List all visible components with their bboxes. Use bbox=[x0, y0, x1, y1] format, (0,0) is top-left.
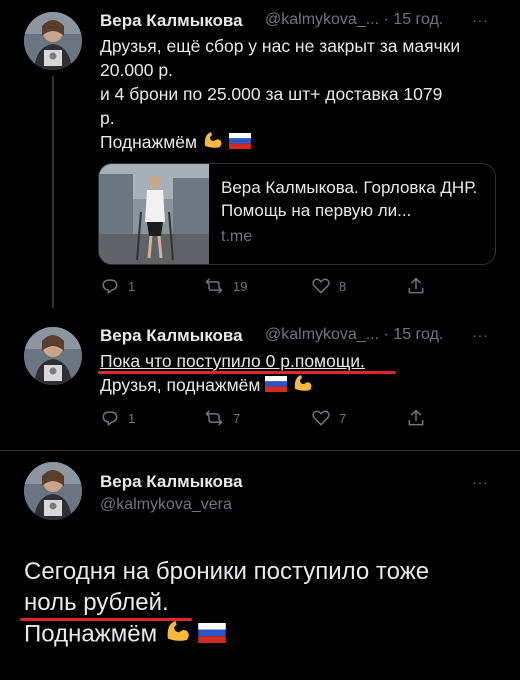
avatar[interactable] bbox=[24, 327, 82, 385]
tweet-text: Пока что поступило 0 р.помощи. Друзья, п… bbox=[100, 349, 500, 399]
flexed-biceps-emoji bbox=[202, 130, 224, 156]
link-preview-domain: t.me bbox=[221, 228, 253, 245]
russia-flag-emoji bbox=[265, 374, 288, 398]
russia-flag-emoji bbox=[228, 131, 251, 155]
share-button[interactable] bbox=[406, 408, 426, 428]
retweet-icon bbox=[205, 410, 223, 426]
like-icon bbox=[312, 410, 330, 426]
author-name[interactable]: Вера Калмыкова bbox=[100, 326, 243, 346]
like-count: 7 bbox=[339, 410, 347, 426]
handle[interactable]: @kalmykova_... bbox=[265, 11, 379, 28]
retweet-icon bbox=[205, 278, 223, 294]
russia-flag-emoji bbox=[198, 620, 227, 651]
retweet-count: 19 bbox=[233, 278, 248, 294]
avatar[interactable] bbox=[24, 12, 82, 70]
tweet-line: Друзья, ещё сбор у нас не закрыт за маяч… bbox=[100, 36, 461, 56]
like-count: 8 bbox=[339, 278, 347, 294]
link-preview-title: Вера Калмыкова. Горловка ДНР. Помощь на … bbox=[221, 178, 478, 220]
tweet-text: Друзья, ещё сбор у нас не закрыт за маяч… bbox=[100, 34, 500, 156]
tweet-line: 20.000 р. bbox=[100, 60, 173, 80]
highlight-underline bbox=[20, 618, 192, 621]
handle[interactable]: @kalmykova_... bbox=[265, 326, 379, 343]
link-preview-image bbox=[99, 164, 209, 264]
divider bbox=[0, 450, 520, 451]
separator-dot: · bbox=[383, 326, 389, 343]
tweet-line-text: Поднажмём bbox=[24, 620, 158, 648]
tweet-line-text: Друзья, поднажмём bbox=[100, 375, 261, 395]
flexed-biceps-emoji bbox=[292, 373, 314, 399]
link-preview-body: Вера Калмыкова. Горловка ДНР. Помощь на … bbox=[209, 164, 495, 264]
share-icon bbox=[408, 409, 424, 426]
tweet-actions: 1 7 7 bbox=[100, 408, 500, 430]
tweet-line: и 4 брони по 25.000 за шт+ доставка 1079 bbox=[100, 84, 443, 104]
like-button[interactable]: 8 bbox=[311, 276, 346, 296]
tweet-line: ноль рублей. bbox=[24, 589, 169, 616]
link-preview-card[interactable]: Вера Калмыкова. Горловка ДНР. Помощь на … bbox=[98, 163, 496, 265]
tweet-line: Поднажмём bbox=[24, 618, 514, 652]
highlight-underline bbox=[98, 371, 396, 374]
avatar[interactable] bbox=[24, 462, 82, 520]
reply-count: 1 bbox=[128, 278, 136, 294]
separator-dot: · bbox=[383, 11, 389, 28]
tweet-line: Друзья, поднажмём bbox=[100, 373, 500, 399]
author-handle[interactable]: @kalmykova_... · 15 год. bbox=[265, 326, 443, 344]
author-name[interactable]: Вера Калмыкова bbox=[100, 11, 243, 31]
author-name[interactable]: Вера Калмыкова bbox=[100, 472, 243, 492]
reply-count: 1 bbox=[128, 410, 136, 426]
tweet-line: Сегодня на броники поступило тоже bbox=[24, 558, 430, 585]
retweet-button[interactable]: 19 bbox=[203, 276, 247, 296]
more-options-icon[interactable]: ··· bbox=[472, 12, 489, 28]
tweet-line: Пока что поступило 0 р.помощи. bbox=[100, 351, 365, 371]
reply-button[interactable]: 1 bbox=[100, 276, 135, 296]
reply-icon bbox=[102, 411, 118, 427]
thread-line bbox=[52, 76, 54, 308]
more-options-icon[interactable]: ··· bbox=[472, 474, 489, 490]
timestamp[interactable]: 15 год. bbox=[393, 326, 443, 343]
more-options-icon[interactable]: ··· bbox=[472, 327, 489, 343]
like-icon bbox=[312, 278, 330, 294]
timestamp[interactable]: 15 год. bbox=[393, 11, 443, 28]
reply-icon bbox=[102, 279, 118, 295]
share-icon bbox=[408, 277, 424, 294]
share-button[interactable] bbox=[406, 276, 426, 296]
like-button[interactable]: 7 bbox=[311, 408, 346, 428]
tweet-line: р. bbox=[100, 108, 115, 128]
tweet-line: Поднажмём bbox=[100, 130, 500, 156]
reply-button[interactable]: 1 bbox=[100, 408, 135, 428]
author-handle[interactable]: @kalmykova_... · 15 год. bbox=[265, 11, 443, 29]
retweet-count: 7 bbox=[233, 410, 241, 426]
tweet-text: Сегодня на броники поступило тоже ноль р… bbox=[24, 556, 514, 652]
retweet-button[interactable]: 7 bbox=[203, 408, 240, 428]
tweet-line-text: Поднажмём bbox=[100, 132, 198, 152]
flexed-biceps-emoji bbox=[164, 618, 192, 652]
tweet-actions: 1 19 8 bbox=[100, 276, 500, 298]
author-handle[interactable]: @kalmykova_vera bbox=[100, 496, 232, 514]
